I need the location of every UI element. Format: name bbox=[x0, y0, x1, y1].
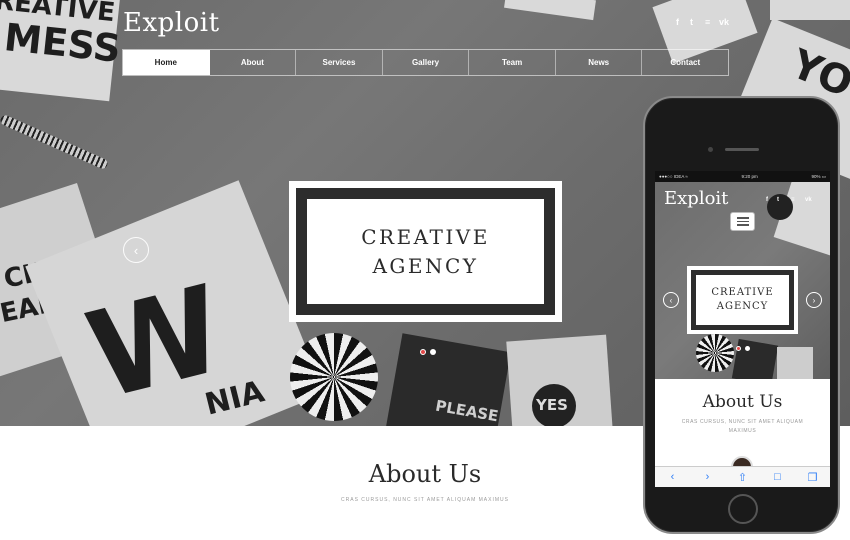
slider-prev-button[interactable]: ‹ bbox=[123, 237, 149, 263]
slider-dot-2[interactable] bbox=[430, 349, 436, 355]
mobile-hero: Exploit f t ≡ vk CREATIVE AGENCY ‹ › bbox=[655, 182, 830, 379]
vk-icon[interactable]: vk bbox=[719, 17, 729, 27]
background-text-yes: YES bbox=[536, 396, 568, 414]
background-text-mess: MESS bbox=[2, 15, 123, 71]
status-battery: 90% ▭ bbox=[811, 173, 826, 179]
mobile-about-subtitle: CRAS CURSUS, NUNC SIT AMET ALIQUAM MAXIM… bbox=[681, 419, 804, 434]
mobile-slider-next-button[interactable]: › bbox=[806, 292, 822, 308]
creative-agency-badge: CREATIVE AGENCY bbox=[289, 181, 562, 322]
nav-item-about[interactable]: About bbox=[210, 50, 297, 75]
mobile-slider-dot-2[interactable] bbox=[745, 346, 750, 351]
mobile-rss-icon[interactable]: ≡ bbox=[791, 197, 795, 203]
menu-bar-icon bbox=[736, 224, 749, 226]
nav-item-team[interactable]: Team bbox=[469, 50, 556, 75]
browser-back-icon[interactable]: ‹ bbox=[665, 471, 681, 483]
phone-status-bar: ●●●○○ IDEA ≈ 9:20 pm 90% ▭ bbox=[655, 171, 830, 182]
background-spring-pen bbox=[0, 113, 110, 171]
mobile-creative-agency-badge: CREATIVE AGENCY bbox=[687, 266, 798, 334]
mobile-badge-frame: CREATIVE AGENCY bbox=[691, 270, 794, 330]
mobile-slider-prev-button[interactable]: ‹ bbox=[663, 292, 679, 308]
browser-tabs-icon[interactable]: ❐ bbox=[805, 471, 821, 484]
slider-pagination bbox=[420, 349, 436, 355]
phone-screen: ●●●○○ IDEA ≈ 9:20 pm 90% ▭ Exploit f t ≡… bbox=[655, 171, 830, 487]
nav-item-news[interactable]: News bbox=[556, 50, 643, 75]
nav-item-services[interactable]: Services bbox=[296, 50, 383, 75]
nav-item-home[interactable]: Home bbox=[123, 50, 210, 75]
mobile-badge-line-2: AGENCY bbox=[716, 301, 769, 312]
nav-item-gallery[interactable]: Gallery bbox=[383, 50, 470, 75]
phone-mockup: ●●●○○ IDEA ≈ 9:20 pm 90% ▭ Exploit f t ≡… bbox=[643, 96, 840, 534]
status-carrier: ●●●○○ IDEA ≈ bbox=[659, 174, 688, 179]
menu-bar-icon bbox=[736, 220, 749, 223]
mobile-vk-icon[interactable]: vk bbox=[805, 197, 812, 203]
mobile-background-lollipop bbox=[696, 334, 734, 372]
mobile-slider-pagination bbox=[736, 346, 750, 351]
mobile-slider-dot-1[interactable] bbox=[736, 346, 741, 351]
mobile-menu-button[interactable] bbox=[730, 212, 755, 231]
main-nav: Home About Services Gallery Team News Co… bbox=[122, 49, 729, 76]
mobile-twitter-icon[interactable]: t bbox=[777, 197, 779, 203]
mobile-about-title: About Us bbox=[702, 392, 783, 412]
phone-camera bbox=[708, 147, 713, 152]
mobile-browser-toolbar: ‹ › ⇧ □ ❐ bbox=[655, 466, 830, 487]
mobile-badge-inner: CREATIVE AGENCY bbox=[696, 275, 789, 325]
mobile-background-paper-2 bbox=[777, 347, 813, 379]
background-paper-top-right-2 bbox=[770, 0, 850, 20]
phone-speaker bbox=[725, 148, 759, 151]
browser-share-icon[interactable]: ⇧ bbox=[735, 471, 751, 484]
badge-inner: CREATIVE AGENCY bbox=[307, 199, 544, 304]
mobile-background-circle bbox=[767, 194, 793, 220]
mobile-badge-line-1: CREATIVE bbox=[711, 287, 774, 298]
twitter-icon[interactable]: t bbox=[690, 17, 693, 27]
facebook-icon[interactable]: f bbox=[676, 17, 679, 27]
nav-item-contact[interactable]: Contact bbox=[642, 50, 728, 75]
background-lollipop bbox=[290, 333, 378, 421]
site-logo[interactable]: Exploit bbox=[123, 8, 220, 38]
status-time: 9:20 pm bbox=[741, 174, 758, 179]
slider-dot-1[interactable] bbox=[420, 349, 426, 355]
rss-icon[interactable]: ≡ bbox=[705, 17, 710, 27]
mobile-background-dark-paper bbox=[731, 338, 779, 379]
badge-line-2: AGENCY bbox=[372, 253, 479, 278]
background-paper-top-mid bbox=[504, 0, 596, 21]
phone-home-button[interactable] bbox=[728, 494, 758, 524]
badge-frame: CREATIVE AGENCY bbox=[296, 188, 555, 315]
browser-forward-icon[interactable]: › bbox=[700, 471, 716, 483]
browser-bookmarks-icon[interactable]: □ bbox=[770, 471, 786, 483]
mobile-logo[interactable]: Exploit bbox=[664, 188, 728, 209]
menu-bar-icon bbox=[736, 217, 749, 219]
badge-line-1: CREATIVE bbox=[361, 224, 490, 249]
mobile-facebook-icon[interactable]: f bbox=[766, 197, 768, 203]
